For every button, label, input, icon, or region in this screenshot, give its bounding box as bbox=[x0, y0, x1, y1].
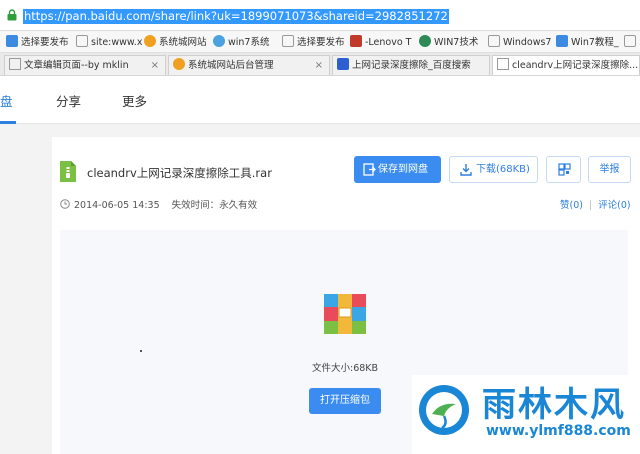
address-bar[interactable]: https://pan.baidu.com/share/link?uk=1899… bbox=[0, 0, 640, 31]
cursor-dot bbox=[140, 350, 142, 352]
bookmark-item[interactable]: 系 bbox=[624, 35, 640, 49]
share-date: 2014-06-05 14:35 bbox=[74, 200, 160, 211]
tab-article-editor[interactable]: 文章编辑页面--by mklin × bbox=[4, 55, 166, 75]
tab-baidu-pan[interactable]: cleandrv上网记录深度擦除... bbox=[492, 55, 640, 75]
separator: | bbox=[588, 200, 593, 211]
page-icon bbox=[488, 35, 500, 47]
bookmark-item[interactable]: 系统城网站 bbox=[144, 35, 207, 49]
file-name: cleandrv上网记录深度擦除工具.rar bbox=[87, 166, 272, 180]
file-size: 文件大小:68KB bbox=[312, 363, 379, 374]
bookmark-page-icon bbox=[6, 35, 18, 47]
bookmark-item[interactable]: win7系统 bbox=[213, 35, 269, 49]
bookmark-item[interactable]: Win7教程_ bbox=[556, 35, 619, 49]
save-icon bbox=[363, 163, 376, 176]
page-icon bbox=[9, 58, 21, 70]
save-to-pan-button[interactable]: 保存到网盘 bbox=[354, 156, 441, 183]
open-archive-button[interactable]: 打开压缩包 bbox=[309, 388, 381, 414]
win-icon bbox=[556, 35, 568, 47]
url-text[interactable]: https://pan.baidu.com/share/link?uk=1899… bbox=[23, 9, 449, 24]
nav-item-pan[interactable]: 盘 bbox=[0, 91, 13, 110]
bookmark-item[interactable]: site:www.x bbox=[76, 35, 142, 49]
qr-code-icon bbox=[558, 163, 571, 176]
tab-strip: 文章编辑页面--by mklin × 系统城网站后台管理 × 上网记录深度擦除_… bbox=[0, 53, 640, 76]
download-icon bbox=[460, 164, 472, 176]
nav-active-indicator bbox=[0, 121, 16, 124]
clock-icon bbox=[60, 199, 70, 209]
globe-icon bbox=[144, 35, 156, 47]
expiry-text: 失效时间：永久有效 bbox=[171, 200, 258, 211]
page-icon bbox=[624, 35, 636, 47]
bookmark-item[interactable]: -Lenovo T bbox=[350, 35, 412, 49]
leaf-icon bbox=[419, 35, 431, 47]
page-icon bbox=[76, 35, 88, 47]
watermark-title: 雨林木风 bbox=[482, 385, 626, 425]
feedback-links: 赞(0) | 评论(0) bbox=[560, 197, 631, 211]
bookmark-item[interactable]: Windows7 bbox=[488, 35, 551, 49]
dd-icon bbox=[350, 35, 362, 47]
globe-icon bbox=[173, 58, 185, 70]
nav-item-share[interactable]: 分享 bbox=[56, 91, 81, 110]
cloud-icon bbox=[213, 35, 225, 47]
bookmark-item[interactable]: 选择要发布 bbox=[282, 35, 345, 49]
watermark-url: www.ylmf888.com bbox=[486, 423, 631, 439]
page-icon bbox=[497, 58, 509, 70]
qr-code-button[interactable] bbox=[546, 156, 581, 183]
close-icon[interactable]: × bbox=[315, 56, 323, 75]
site-nav: 盘 分享 更多 bbox=[0, 76, 640, 124]
watermark: 雨林木风 www.ylmf888.com bbox=[412, 375, 640, 454]
close-icon[interactable]: × bbox=[151, 56, 159, 75]
bookmarks-bar: 选择要发布 site:www.x 系统城网站 win7系统 选择要发布 -Len… bbox=[0, 31, 640, 53]
report-button[interactable]: 举报 bbox=[588, 156, 631, 183]
comment-link[interactable]: 评论(0) bbox=[598, 200, 630, 211]
page-icon bbox=[282, 35, 294, 47]
bookmark-item[interactable]: WIN7技术 bbox=[419, 35, 478, 49]
bookmark-item[interactable]: 选择要发布 bbox=[6, 35, 69, 49]
file-meta: 2014-06-05 14:35 失效时间：永久有效 bbox=[60, 197, 257, 211]
archive-icon bbox=[324, 294, 366, 334]
rar-file-icon bbox=[60, 161, 76, 182]
lock-icon bbox=[7, 9, 17, 21]
download-button[interactable]: 下载(68KB) bbox=[449, 156, 538, 183]
like-link[interactable]: 赞(0) bbox=[560, 200, 583, 211]
nav-item-more[interactable]: 更多 bbox=[122, 91, 147, 110]
tab-baidu-search[interactable]: 上网记录深度擦除_百度搜索 bbox=[332, 55, 490, 75]
ylmf-logo-icon bbox=[419, 385, 469, 435]
tab-site-admin[interactable]: 系统城网站后台管理 × bbox=[168, 55, 330, 75]
paw-icon bbox=[337, 58, 349, 70]
